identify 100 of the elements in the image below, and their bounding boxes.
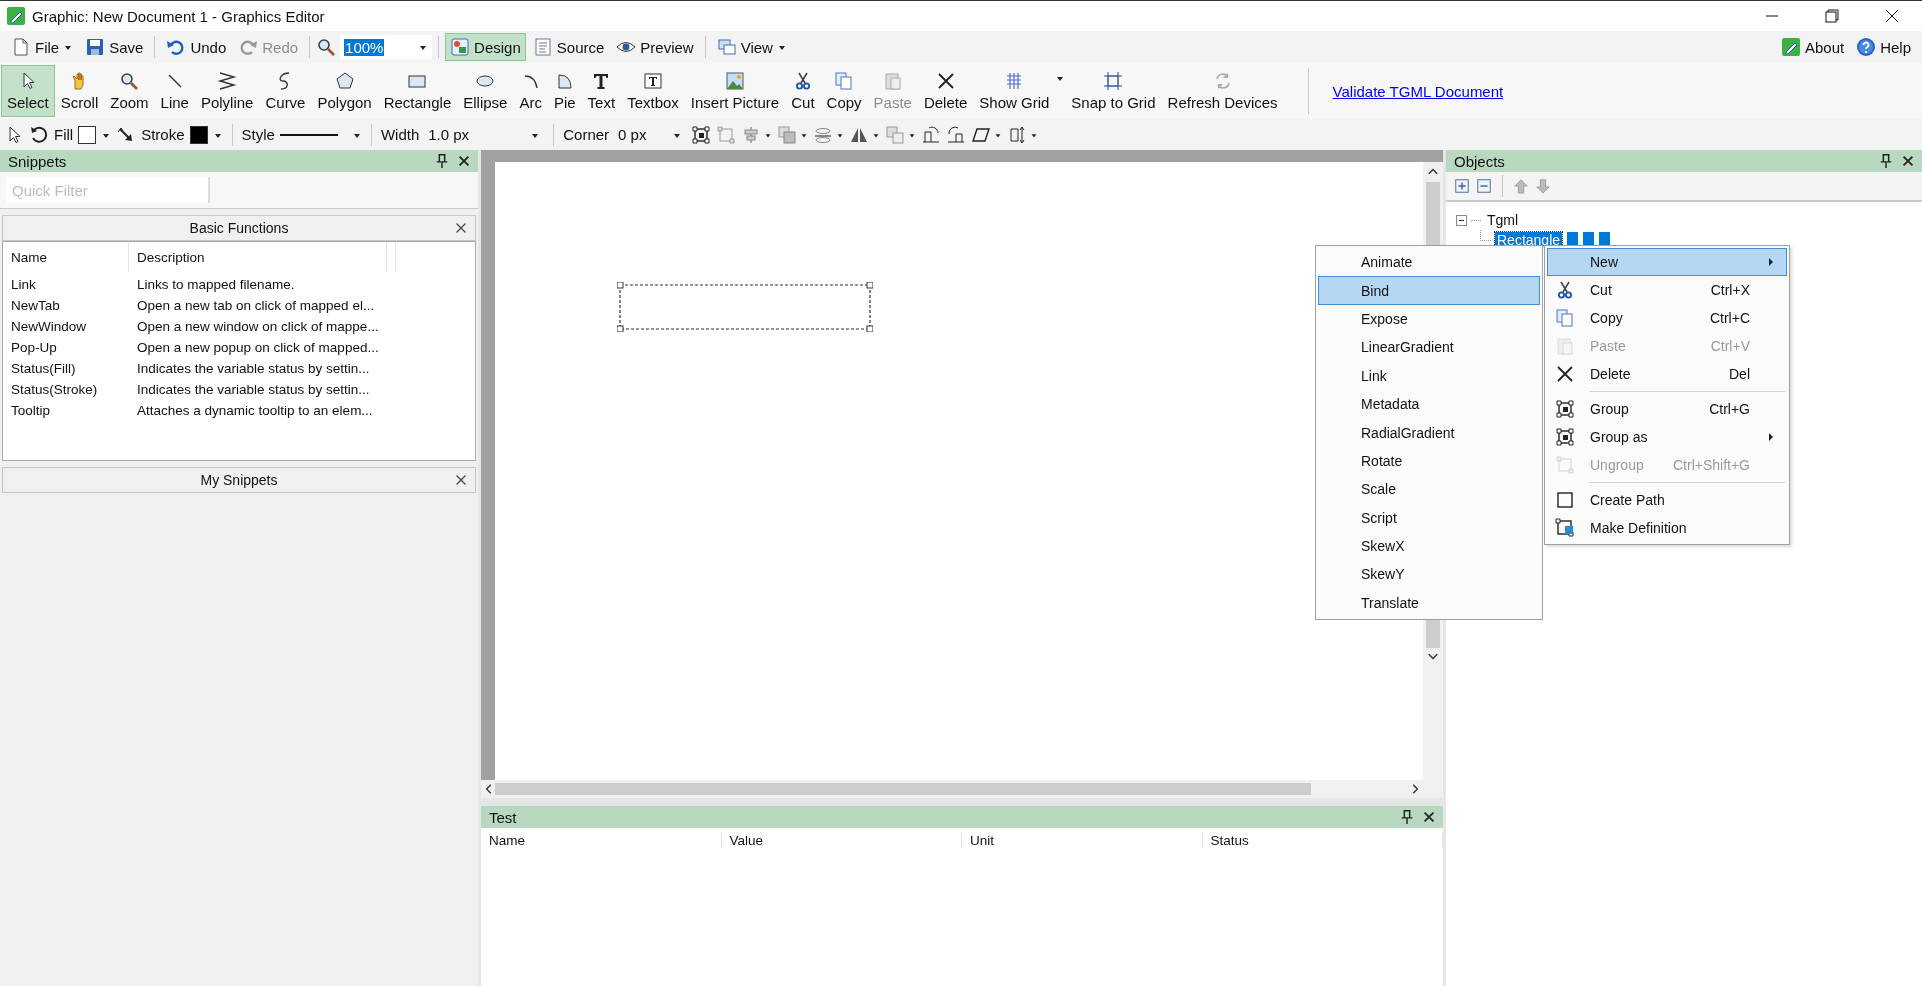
menu-item[interactable]: Group as: [1547, 423, 1787, 451]
close-icon[interactable]: [1900, 153, 1916, 169]
horizontal-scrollbar[interactable]: [481, 780, 1443, 798]
help-button[interactable]: Help: [1851, 33, 1916, 61]
paste-icon: [882, 71, 903, 91]
close-icon[interactable]: [1421, 809, 1437, 825]
group-icon[interactable]: [691, 124, 712, 145]
expand-all-icon[interactable]: [1454, 178, 1470, 194]
list-cell[interactable]: Attaches a dynamic tooltip to an elem...: [129, 403, 387, 418]
list-cell[interactable]: Pop-Up: [3, 340, 129, 355]
list-cell[interactable]: Links to mapped filename.: [129, 277, 387, 292]
tool-button[interactable]: Arc: [513, 65, 548, 117]
corner-dropdown[interactable]: 0 px: [614, 126, 687, 143]
column-header[interactable]: Value: [721, 832, 962, 848]
menu-item[interactable]: SkewY: [1318, 560, 1540, 589]
menu-item[interactable]: New: [1547, 248, 1787, 276]
column-header[interactable]: Name: [3, 242, 129, 272]
tool-button[interactable]: Rectangle: [377, 65, 458, 117]
rotate-right-icon[interactable]: [946, 124, 967, 145]
fill-swatch[interactable]: [78, 125, 97, 144]
menu-button[interactable]: File: [6, 33, 79, 61]
rotate-left-icon[interactable]: [921, 124, 942, 145]
selected-rectangle[interactable]: [617, 282, 873, 332]
tool-button[interactable]: Text: [581, 65, 622, 117]
menu-item[interactable]: LinearGradient: [1318, 333, 1540, 362]
menu-item[interactable]: Copy Ctrl+C: [1547, 304, 1787, 332]
list-cell[interactable]: NewWindow: [3, 319, 129, 334]
menu-item[interactable]: Metadata: [1318, 389, 1540, 419]
collapse-icon[interactable]: [1456, 214, 1467, 226]
menu-item[interactable]: Group Ctrl+G: [1547, 395, 1787, 423]
tool-button[interactable]: Show Grid: [973, 65, 1056, 117]
toolbar-button[interactable]: Save: [80, 33, 149, 61]
tool-button[interactable]: Delete: [917, 65, 974, 117]
column-header[interactable]: Unit: [962, 832, 1203, 848]
view-mode-tab[interactable]: Source: [527, 33, 610, 61]
menu-item[interactable]: Make Definition: [1547, 514, 1787, 542]
tool-button[interactable]: Copy: [820, 65, 868, 117]
pin-icon[interactable]: [434, 153, 450, 169]
menu-item[interactable]: Script: [1318, 503, 1540, 532]
quick-filter-field[interactable]: Quick Filter: [6, 177, 210, 203]
tool-button[interactable]: Refresh Devices: [1161, 65, 1284, 117]
list-cell[interactable]: NewTab: [3, 298, 129, 313]
menu-item[interactable]: Rotate: [1318, 446, 1540, 476]
list-cell[interactable]: Open a new tab on click of mapped el...: [129, 298, 387, 313]
list-cell[interactable]: Open a new window on click of mappe...: [129, 319, 387, 334]
tool-button[interactable]: Polyline: [194, 65, 260, 117]
magnifier-icon[interactable]: [316, 37, 337, 57]
menu-item[interactable]: SkewX: [1318, 531, 1540, 561]
view-mode-tab[interactable]: Preview: [611, 33, 699, 61]
rotate-icon[interactable]: [29, 124, 49, 145]
tool-button[interactable]: Insert Picture: [684, 65, 786, 117]
column-header[interactable]: Description: [129, 242, 387, 272]
menu-item[interactable]: Translate: [1318, 588, 1540, 618]
column-header[interactable]: Name: [481, 832, 722, 848]
tool-button[interactable]: Zoom: [104, 65, 155, 117]
tool-button[interactable]: Snap to Grid: [1065, 65, 1162, 117]
close-icon[interactable]: [456, 153, 472, 169]
list-cell[interactable]: Status(Fill): [3, 361, 129, 376]
collapse-all-icon[interactable]: [1476, 178, 1492, 194]
list-cell[interactable]: Indicates the variable status by settin...: [129, 382, 387, 397]
pin-icon[interactable]: [1878, 153, 1894, 169]
tool-button[interactable]: Scroll: [54, 65, 105, 117]
list-cell[interactable]: Indicates the variable status by settin...: [129, 361, 387, 376]
menu-item[interactable]: Scale: [1318, 475, 1540, 504]
tool-button[interactable]: Pie: [547, 65, 582, 117]
menu-item[interactable]: Create Path: [1547, 486, 1787, 514]
tool-button[interactable]: Cut: [785, 65, 821, 117]
list-cell[interactable]: Open a new popup on click of mapped...: [129, 340, 387, 355]
about-button[interactable]: About: [1775, 33, 1850, 61]
tool-button[interactable]: Line: [154, 65, 195, 117]
tool-button[interactable]: Textbox: [621, 65, 685, 117]
column-header[interactable]: Status: [1202, 832, 1443, 848]
tool-button[interactable]: Select: [1, 65, 55, 117]
pin-icon[interactable]: [1399, 809, 1415, 825]
menu-item[interactable]: RadialGradient: [1318, 418, 1540, 447]
list-cell[interactable]: Link: [3, 277, 129, 292]
menu-item[interactable]: Expose: [1318, 304, 1540, 334]
validate-link[interactable]: Validate TGML Document: [1332, 82, 1504, 100]
section-header[interactable]: Basic Functions: [2, 215, 476, 241]
section-header[interactable]: My Snippets: [2, 467, 476, 493]
width-dropdown[interactable]: 1.0 px: [424, 126, 545, 143]
menu-item[interactable]: Link: [1318, 361, 1540, 390]
menu-item[interactable]: Bind: [1318, 276, 1540, 305]
tool-button[interactable]: Polygon: [311, 65, 378, 117]
menu-item[interactable]: Delete Del: [1547, 360, 1787, 388]
menu-item[interactable]: Animate: [1318, 248, 1540, 277]
window-title: Graphic: New Document 1 - Graphics Editor: [32, 7, 325, 25]
list-cell[interactable]: Status(Stroke): [3, 382, 129, 397]
menu-item[interactable]: Cut Ctrl+X: [1547, 276, 1787, 304]
tree-item[interactable]: Tgml: [1485, 212, 1521, 228]
view-mode-tab[interactable]: Design: [445, 33, 526, 61]
stroke-label: Stroke: [141, 126, 185, 143]
stroke-swatch[interactable]: [189, 125, 208, 144]
menu-label: Ungroup: [1590, 457, 1644, 473]
tool-button[interactable]: Ellipse: [457, 65, 514, 117]
zoom-field[interactable]: 100%: [340, 35, 433, 59]
menu-button[interactable]: View: [711, 33, 792, 61]
toolbar-button[interactable]: Undo: [161, 33, 232, 61]
tool-button[interactable]: Curve: [259, 65, 312, 117]
list-cell[interactable]: Tooltip: [3, 403, 129, 418]
